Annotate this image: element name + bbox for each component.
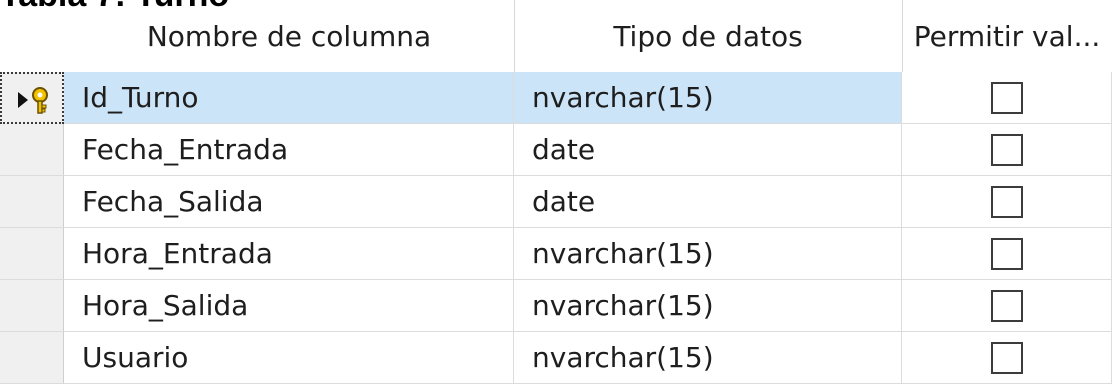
table-row[interactable]: Hora_Entrada nvarchar(15): [0, 228, 1112, 280]
column-grid: Nombre de columna Tipo de datos Permitir…: [0, 0, 1112, 384]
column-name-cell[interactable]: Hora_Entrada: [64, 228, 514, 280]
allow-nulls-cell: [902, 228, 1112, 280]
column-name-cell[interactable]: Id_Turno: [64, 72, 514, 124]
column-name-cell[interactable]: Fecha_Salida: [64, 176, 514, 228]
table-row[interactable]: Fecha_Entrada date: [0, 124, 1112, 176]
allow-nulls-cell: [902, 124, 1112, 176]
allow-nulls-checkbox[interactable]: [990, 185, 1023, 218]
data-type-cell[interactable]: nvarchar(15): [514, 72, 902, 124]
column-name-cell[interactable]: Usuario: [64, 332, 514, 384]
allow-nulls-cell: [902, 72, 1112, 124]
allow-nulls-cell: [902, 280, 1112, 332]
header-data-type[interactable]: Tipo de datos: [514, 0, 902, 72]
allow-nulls-checkbox[interactable]: [990, 237, 1023, 270]
header-allow-nulls[interactable]: Permitir val...: [902, 0, 1112, 72]
row-selector[interactable]: [0, 124, 64, 176]
data-type-cell[interactable]: date: [514, 176, 902, 228]
row-selector[interactable]: [0, 72, 64, 124]
row-selector[interactable]: [0, 228, 64, 280]
data-type-cell[interactable]: nvarchar(15): [514, 280, 902, 332]
table-row[interactable]: Usuario nvarchar(15): [0, 332, 1112, 384]
column-name-cell[interactable]: Hora_Salida: [64, 280, 514, 332]
allow-nulls-checkbox[interactable]: [990, 81, 1023, 114]
data-type-cell[interactable]: date: [514, 124, 902, 176]
table-row[interactable]: Hora_Salida nvarchar(15): [0, 280, 1112, 332]
table-row[interactable]: Id_Turno nvarchar(15): [0, 72, 1112, 124]
data-type-cell[interactable]: nvarchar(15): [514, 332, 902, 384]
current-row-arrow-icon: [18, 87, 48, 114]
allow-nulls-cell: [902, 176, 1112, 228]
allow-nulls-checkbox[interactable]: [990, 133, 1023, 166]
primary-key-icon: [32, 87, 48, 114]
row-selector[interactable]: [0, 332, 64, 384]
row-selector[interactable]: [0, 176, 64, 228]
allow-nulls-checkbox[interactable]: [990, 289, 1023, 322]
allow-nulls-cell: [902, 332, 1112, 384]
row-selector[interactable]: [0, 280, 64, 332]
table-row[interactable]: Fecha_Salida date: [0, 176, 1112, 228]
allow-nulls-checkbox[interactable]: [990, 341, 1023, 374]
table-caption: Tabla 7: Turno: [0, 0, 229, 12]
data-type-cell[interactable]: nvarchar(15): [514, 228, 902, 280]
column-name-cell[interactable]: Fecha_Entrada: [64, 124, 514, 176]
table-designer: Nombre de columna Tipo de datos Permitir…: [0, 0, 1112, 384]
